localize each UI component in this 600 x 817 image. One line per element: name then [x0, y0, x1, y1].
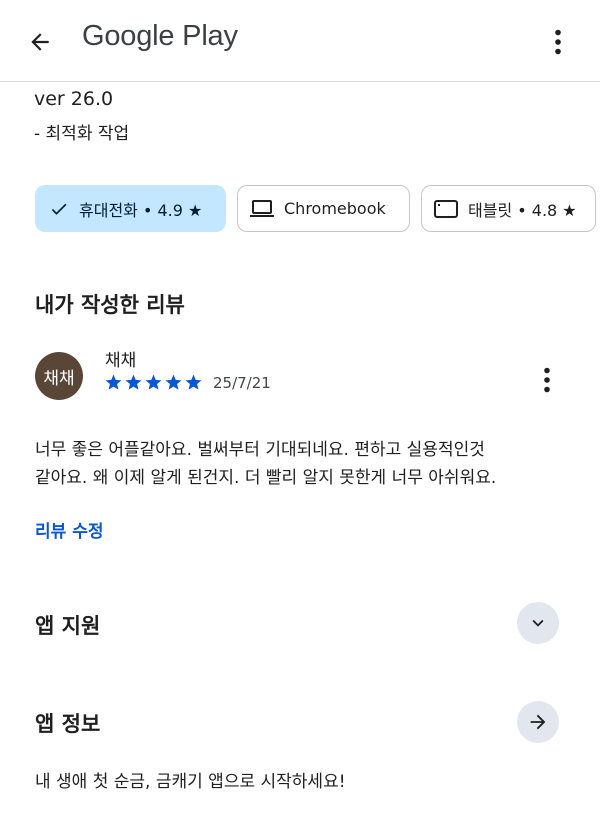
- app-info-open-button[interactable]: [517, 701, 559, 743]
- app-support-expand-button[interactable]: [517, 602, 559, 644]
- chip-tablet[interactable]: 태블릿 • 4.8 ★: [421, 185, 596, 232]
- chip-chromebook-label: Chromebook: [284, 199, 386, 218]
- review-text: 너무 좋은 어플같아요. 벌써부터 기대되네요. 편하고 실용적인것 같아요. …: [35, 436, 580, 492]
- top-app-bar: Google Play: [0, 0, 600, 82]
- back-button[interactable]: [22, 24, 58, 60]
- app-title: Google Play: [82, 20, 238, 52]
- check-icon: [49, 199, 69, 219]
- arrow-forward-icon: [530, 714, 546, 730]
- laptop-icon: [250, 199, 274, 219]
- update-note: - 최적화 작업: [34, 124, 130, 144]
- tablet-icon: [434, 199, 458, 218]
- review-text-line: 같아요. 왜 이제 알게 된건지. 더 빨리 알지 못한게 너무 아쉬워요.: [35, 468, 497, 488]
- more-vert-icon: [544, 367, 550, 393]
- star-rating: [104, 373, 203, 393]
- edit-review-link[interactable]: 리뷰 수정: [35, 517, 103, 542]
- chip-tablet-label: 태블릿 • 4.8 ★: [468, 200, 577, 220]
- chip-chromebook[interactable]: Chromebook: [237, 185, 410, 232]
- my-review-heading: 내가 작성한 리뷰: [35, 293, 185, 317]
- more-vert-icon: [555, 29, 561, 55]
- chevron-down-icon: [532, 619, 544, 627]
- more-options-button[interactable]: [542, 22, 574, 62]
- star-icon: [145, 374, 162, 390]
- app-support-heading: 앱 지원: [35, 614, 101, 638]
- review-date: 25/7/21: [213, 374, 271, 392]
- star-icon: [165, 374, 182, 390]
- review-text-line: 너무 좋은 어플같아요. 벌써부터 기대되네요. 편하고 실용적인것: [35, 440, 485, 460]
- app-tagline: 내 생애 첫 순금, 금캐기 앱으로 시작하세요!: [35, 772, 346, 792]
- review-more-button[interactable]: [532, 362, 562, 398]
- star-icon: [185, 374, 202, 390]
- avatar: 채채: [35, 352, 83, 400]
- version-text: ver 26.0: [34, 88, 114, 110]
- star-icon: [105, 374, 122, 390]
- app-info-heading: 앱 정보: [35, 712, 101, 736]
- reviewer-name: 채채: [105, 351, 137, 371]
- chip-phone-label: 휴대전화 • 4.9 ★: [79, 200, 203, 220]
- star-icon: [125, 374, 142, 390]
- chip-phone[interactable]: 휴대전화 • 4.9 ★: [35, 185, 226, 232]
- arrow-back-icon: [31, 33, 49, 51]
